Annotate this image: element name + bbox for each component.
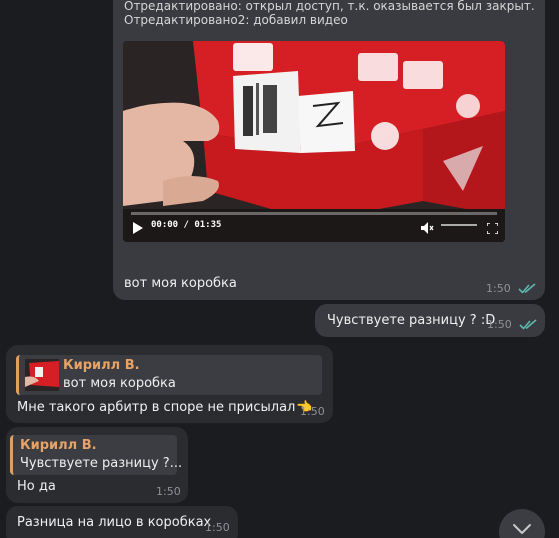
message-bubble-incoming-reply[interactable]: Кирилл В. Чувствуете разницу ?... Но да … [6, 427, 188, 503]
message-bubble-incoming[interactable]: Разница на лицо в коробках 1:50 [6, 506, 238, 538]
message-text: вот моя коробка [124, 276, 237, 291]
message-bubble-video[interactable]: Отредактировано: открыл доступ, т.к. ока… [113, 0, 545, 300]
message-time: 1:50 [205, 521, 230, 534]
play-icon[interactable] [133, 219, 143, 238]
video-player[interactable]: 00:00 / 01:35 [123, 41, 505, 242]
reply-quote-text: Чувствуете разницу ?... [20, 456, 183, 471]
message-time: 1:50 [487, 318, 512, 331]
reply-author: Кирилл В. [20, 438, 97, 453]
message-text: Но да [17, 479, 56, 494]
volume-slider[interactable] [441, 224, 477, 226]
double-check-icon [518, 283, 536, 294]
message-time: 1:50 [486, 282, 511, 295]
edit-note-1: Отредактировано: открыл доступ, т.к. ока… [124, 0, 535, 13]
double-check-icon [519, 319, 537, 330]
volume-muted-icon[interactable] [421, 219, 434, 238]
video-time: 00:00 / 01:35 [151, 220, 222, 230]
reply-quote[interactable]: Кирилл В. вот моя коробка [16, 355, 322, 395]
message-time: 1:50 [300, 405, 325, 418]
fullscreen-icon[interactable] [486, 219, 499, 238]
message-text: Мне такого арбитр в споре не присылал👈 [17, 400, 313, 415]
reply-quote-text: вот моя коробка [63, 376, 176, 391]
message-time: 1:50 [156, 485, 181, 498]
message-bubble-outgoing[interactable]: Чувствуете разницу ? :D 1:50 [315, 304, 545, 337]
chevron-down-icon [513, 524, 531, 534]
message-text: Чувствуете разницу ? :D [327, 313, 496, 328]
reply-thumbnail [25, 359, 59, 391]
message-bubble-incoming-reply[interactable]: Кирилл В. вот моя коробка Мне такого арб… [6, 345, 333, 423]
edit-note-2: Отредактировано2: добавил видео [124, 13, 348, 27]
video-controls: 00:00 / 01:35 [123, 208, 505, 242]
reply-quote[interactable]: Кирилл В. Чувствуете разницу ?... [10, 435, 182, 475]
message-text: Разница на лицо в коробках [17, 515, 212, 530]
reply-author: Кирилл В. [63, 358, 140, 373]
scroll-down-button[interactable] [499, 509, 545, 538]
video-progress[interactable] [131, 212, 497, 215]
